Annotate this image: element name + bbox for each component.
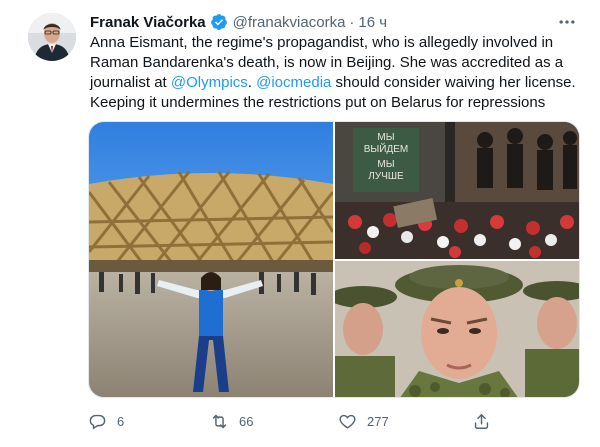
tweet[interactable]: Franak Viačorka @franakviacorka · 16 ч A… — [0, 0, 600, 447]
share-button[interactable] — [472, 404, 501, 438]
mention-iocmedia[interactable]: @iocmedia — [256, 74, 331, 91]
like-icon — [339, 414, 356, 429]
reply-button[interactable]: 6 — [88, 404, 124, 438]
more-icon[interactable] — [554, 9, 580, 35]
tweet-actions: 6 66 277 — [88, 404, 568, 438]
author-handle[interactable]: @franakviacorka — [233, 14, 346, 31]
photo-soldiers[interactable] — [335, 261, 579, 397]
verified-badge-icon — [210, 13, 228, 31]
reply-count: 6 — [117, 413, 125, 429]
sign-line-1: МЫ — [377, 132, 394, 143]
retweet-icon — [212, 414, 227, 428]
photo-memorial[interactable]: МЫ ВЫЙДЕМ МЫ ЛУЧШЕ — [335, 122, 579, 259]
like-button[interactable]: 277 — [338, 404, 389, 438]
media-grid: МЫ ВЫЙДЕМ МЫ ЛУЧШЕ — [88, 121, 580, 398]
retweet-button[interactable]: 66 — [210, 404, 253, 438]
separator-dot: · — [349, 13, 355, 31]
tweet-text-part: . — [247, 74, 257, 91]
avatar[interactable] — [28, 13, 76, 61]
share-icon — [474, 413, 489, 429]
retweet-count: 66 — [239, 413, 254, 429]
sign-line-3: МЫ — [377, 159, 394, 170]
sign-line-4: ЛУЧШЕ — [368, 171, 404, 182]
reply-icon — [89, 414, 106, 430]
tweet-header: Franak Viačorka @franakviacorka · 16 ч — [90, 12, 387, 32]
mention-olympics[interactable]: @Olympics — [171, 74, 248, 91]
sign-line-2: ВЫЙДЕМ — [364, 142, 408, 155]
author-name[interactable]: Franak Viačorka — [90, 14, 206, 31]
tweet-text: Anna Eismant, the regime's propagandist,… — [90, 33, 590, 113]
like-count: 277 — [367, 413, 389, 429]
timestamp[interactable]: 16 ч — [358, 14, 387, 31]
photo-stadium[interactable] — [89, 122, 333, 397]
